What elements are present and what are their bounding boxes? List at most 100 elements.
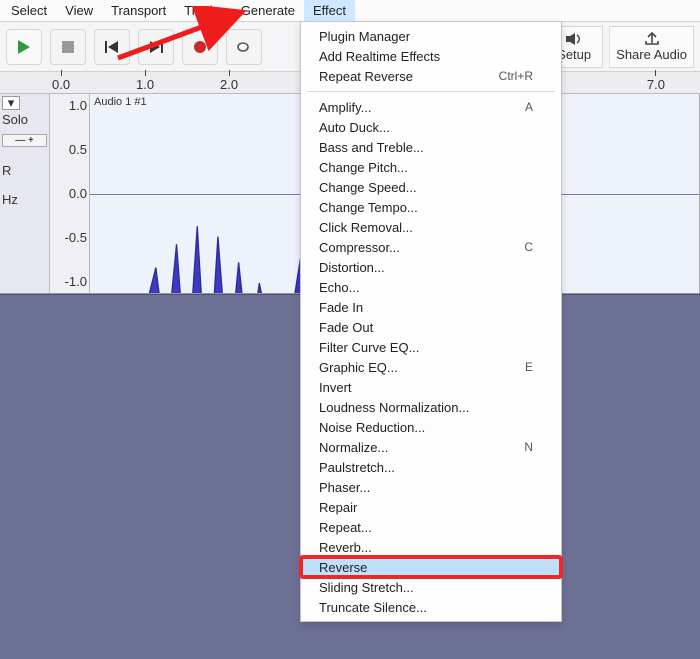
menu-item-accel: E [525,360,533,374]
menu-paulstretch[interactable]: Paulstretch... [301,457,561,477]
track-pan-r: R [2,163,47,178]
scale-tick: -0.5 [52,230,87,245]
track-rate-hz: Hz [2,192,47,207]
menu-truncate-silence[interactable]: Truncate Silence... [301,597,561,617]
share-icon [644,32,660,46]
track-vertical-scale: 1.0 0.5 0.0 -0.5 -1.0 [50,94,90,293]
skip-start-button[interactable] [94,29,130,65]
menu-item-label: Auto Duck... [319,120,533,135]
stop-button[interactable] [50,29,86,65]
menu-item-label: Echo... [319,280,533,295]
menu-auto-duck[interactable]: Auto Duck... [301,117,561,137]
menu-bass-treble[interactable]: Bass and Treble... [301,137,561,157]
scale-tick: 0.0 [52,186,87,201]
menu-item-label: Add Realtime Effects [319,49,533,64]
menu-add-realtime-effects[interactable]: Add Realtime Effects [301,46,561,66]
menu-fade-out[interactable]: Fade Out [301,317,561,337]
loop-button[interactable] [226,29,262,65]
skip-end-icon [148,40,164,54]
menu-item-label: Bass and Treble... [319,140,533,155]
menu-item-label: Loudness Normalization... [319,400,533,415]
menu-item-label: Repeat Reverse [319,69,499,84]
menu-item-label: Change Speed... [319,180,533,195]
menu-item-label: Truncate Silence... [319,600,533,615]
menu-item-label: Filter Curve EQ... [319,340,533,355]
menu-reverse[interactable]: Reverse [301,557,561,577]
menu-change-speed[interactable]: Change Speed... [301,177,561,197]
menu-invert[interactable]: Invert [301,377,561,397]
menu-item-label: Change Tempo... [319,200,533,215]
menu-view[interactable]: View [56,0,102,21]
menu-change-tempo[interactable]: Change Tempo... [301,197,561,217]
menu-click-removal[interactable]: Click Removal... [301,217,561,237]
menu-phaser[interactable]: Phaser... [301,477,561,497]
menu-item-label: Reverb... [319,540,533,555]
menu-plugin-manager[interactable]: Plugin Manager [301,26,561,46]
menu-item-accel: A [525,100,533,114]
effect-dropdown-menu: Plugin Manager Add Realtime Effects Repe… [300,21,562,622]
menu-reverb[interactable]: Reverb... [301,537,561,557]
track-head: ▾ Solo — + R Hz [0,94,50,293]
menu-item-label: Plugin Manager [319,29,533,44]
menu-fade-in[interactable]: Fade In [301,297,561,317]
menu-amplify[interactable]: Amplify...A [301,97,561,117]
menu-item-label: Phaser... [319,480,533,495]
play-button[interactable] [6,29,42,65]
track-menu-dropdown[interactable]: ▾ [2,96,20,110]
menu-change-pitch[interactable]: Change Pitch... [301,157,561,177]
menu-item-label: Invert [319,380,533,395]
loop-icon [235,40,253,54]
menu-repeat-reverse[interactable]: Repeat ReverseCtrl+R [301,66,561,86]
scale-tick: 0.5 [52,142,87,157]
setup-label: Setup [557,47,591,62]
toolbar-right-group: Setup Share Audio [545,22,694,71]
menu-separator [307,91,555,92]
menu-item-accel: Ctrl+R [499,69,533,83]
record-icon [192,39,208,55]
scale-tick: 1.0 [52,98,87,113]
track-gain-slider[interactable]: — + [2,134,47,147]
menu-item-label: Reverse [319,560,533,575]
menu-item-accel: C [524,240,533,254]
stop-icon [61,40,75,54]
menu-echo[interactable]: Echo... [301,277,561,297]
menu-noise-reduction[interactable]: Noise Reduction... [301,417,561,437]
ruler-tick: 7.0 [647,70,665,92]
menu-item-accel: N [524,440,533,454]
app-root: { "menu": { "items": ["Select", "View", … [0,0,700,659]
menu-effect[interactable]: Effect [304,0,355,21]
menu-repair[interactable]: Repair [301,497,561,517]
scale-tick: -1.0 [52,274,87,289]
menu-tracks[interactable]: Tracks [175,0,232,21]
menu-item-label: Paulstretch... [319,460,533,475]
speaker-icon [565,32,583,46]
menu-normalize[interactable]: Normalize...N [301,437,561,457]
track-solo-label: Solo [2,112,47,127]
share-audio-button[interactable]: Share Audio [609,26,694,68]
menu-item-label: Normalize... [319,440,524,455]
menu-transport[interactable]: Transport [102,0,175,21]
ruler-tick: 2.0 [220,70,238,92]
share-label: Share Audio [616,47,687,62]
menu-repeat[interactable]: Repeat... [301,517,561,537]
menu-item-label: Fade Out [319,320,533,335]
menu-select[interactable]: Select [2,0,56,21]
record-button[interactable] [182,29,218,65]
ruler-tick: 0.0 [52,70,70,92]
ruler-tick: 1.0 [136,70,154,92]
menu-item-label: Graphic EQ... [319,360,525,375]
menu-item-label: Amplify... [319,100,525,115]
menu-item-label: Noise Reduction... [319,420,533,435]
skip-end-button[interactable] [138,29,174,65]
menu-generate[interactable]: Generate [232,0,304,21]
menu-filter-curve-eq[interactable]: Filter Curve EQ... [301,337,561,357]
menu-item-label: Repair [319,500,533,515]
menu-sliding-stretch[interactable]: Sliding Stretch... [301,577,561,597]
menu-item-label: Fade In [319,300,533,315]
menu-graphic-eq[interactable]: Graphic EQ...E [301,357,561,377]
skip-start-icon [104,40,120,54]
menu-item-label: Click Removal... [319,220,533,235]
menu-distortion[interactable]: Distortion... [301,257,561,277]
menu-compressor[interactable]: Compressor...C [301,237,561,257]
menu-loudness-normalization[interactable]: Loudness Normalization... [301,397,561,417]
